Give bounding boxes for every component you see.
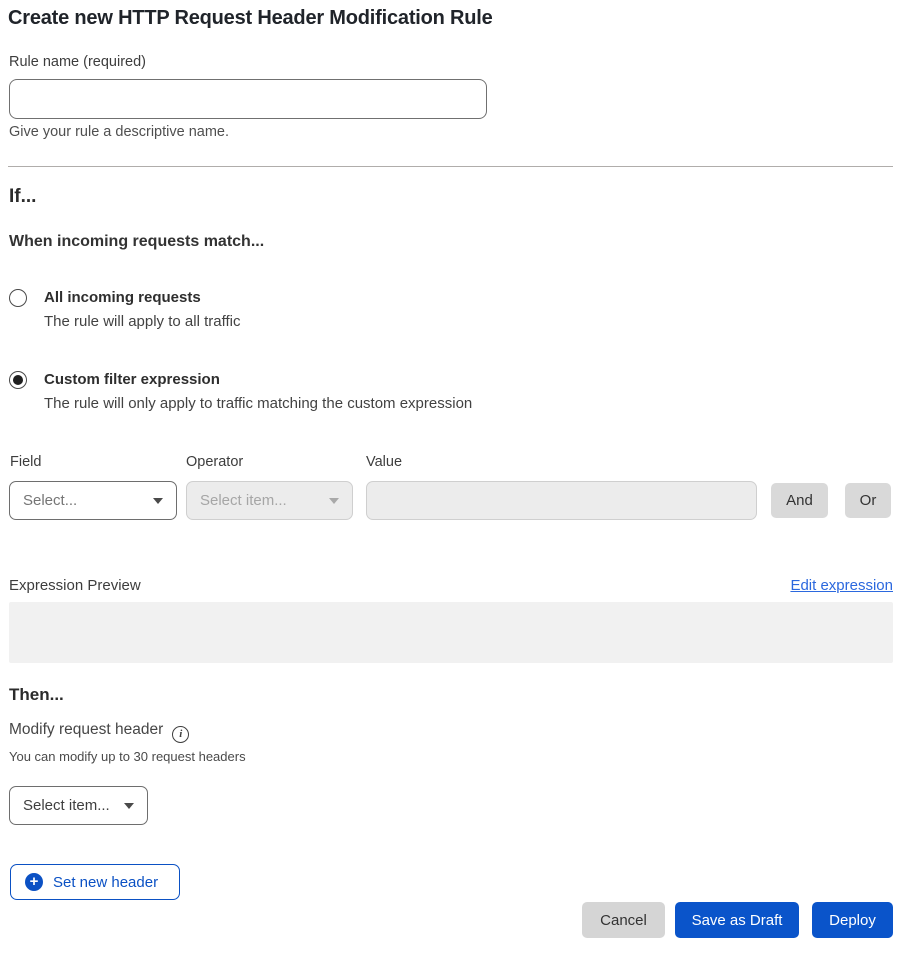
field-select[interactable]: Select... [9,481,177,520]
save-as-draft-button[interactable]: Save as Draft [675,902,799,938]
field-label: Field [10,454,41,470]
modify-request-header-label: Modify request header i [9,721,189,743]
option-all-incoming-label[interactable]: All incoming requests [44,289,201,306]
option-all-incoming-description: The rule will apply to all traffic [44,313,240,330]
edit-expression-link[interactable]: Edit expression [790,577,893,594]
value-input[interactable] [366,481,757,520]
deploy-button[interactable]: Deploy [812,902,893,938]
rule-name-help: Give your rule a descriptive name. [9,124,229,140]
field-select-value: Select... [23,492,77,509]
value-label: Value [366,454,402,470]
info-icon[interactable]: i [172,726,189,743]
then-heading: Then... [9,685,64,705]
chevron-down-icon [329,498,339,504]
operator-label: Operator [186,454,243,470]
plus-circle-icon: + [25,873,43,891]
option-custom-filter-description: The rule will only apply to traffic matc… [44,395,472,412]
radio-all-incoming-requests[interactable] [9,289,27,307]
header-action-select-value: Select item... [23,797,110,814]
set-new-header-button[interactable]: + Set new header [10,864,180,900]
expression-preview-label: Expression Preview [9,577,141,594]
section-divider [8,166,893,167]
match-subheading: When incoming requests match... [9,233,264,251]
header-action-select[interactable]: Select item... [9,786,148,825]
chevron-down-icon [153,498,163,504]
rule-name-input[interactable] [9,79,487,119]
cancel-button[interactable]: Cancel [582,902,665,938]
headers-limit-help: You can modify up to 30 request headers [9,749,246,764]
or-button[interactable]: Or [845,483,891,518]
expression-preview-box [9,602,893,663]
radio-dot [13,375,23,385]
and-button[interactable]: And [771,483,828,518]
rule-name-label: Rule name (required) [9,54,146,70]
if-heading: If... [9,186,36,208]
operator-select-value: Select item... [200,492,287,509]
operator-select[interactable]: Select item... [186,481,353,520]
chevron-down-icon [124,803,134,809]
set-new-header-label: Set new header [53,874,158,891]
radio-custom-filter-expression[interactable] [9,371,27,389]
option-custom-filter-label[interactable]: Custom filter expression [44,371,220,388]
page-title: Create new HTTP Request Header Modificat… [8,7,493,30]
modify-request-header-text: Modify request header [9,721,163,738]
